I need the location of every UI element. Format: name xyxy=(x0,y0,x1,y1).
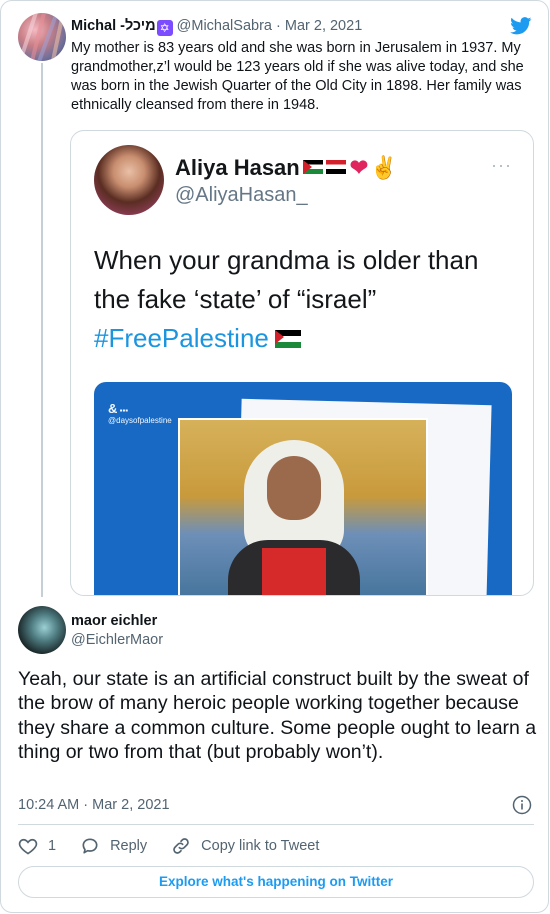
heart-emoji-icon: ❤ xyxy=(349,155,369,180)
main-author-avatar[interactable] xyxy=(18,606,66,654)
main-tweet-timestamp[interactable]: 10:24 AM · Mar 2, 2021 xyxy=(18,797,170,813)
more-options-icon: ··· xyxy=(491,155,512,175)
reply-label: Reply xyxy=(110,838,148,854)
embedded-tweet-text: When your grandma is older than the fake… xyxy=(94,241,524,358)
embedded-text-line-2: the fake ‘state’ of “israel” xyxy=(94,284,377,314)
main-author-name[interactable]: maor eichler xyxy=(71,613,157,629)
parent-author-avatar[interactable] xyxy=(18,13,66,61)
tweet-actions-bar: 1 Reply Copy link to Tweet xyxy=(18,834,343,858)
flag-icon xyxy=(325,160,346,174)
embedded-author-handle: @AliyaHasan_ xyxy=(175,184,308,206)
palestine-flag-icon xyxy=(302,160,323,174)
copy-link-label: Copy link to Tweet xyxy=(201,838,320,854)
embedded-author-avatar xyxy=(94,145,164,215)
link-icon xyxy=(173,838,189,854)
twitter-bird-icon[interactable] xyxy=(510,17,532,35)
heart-icon xyxy=(18,838,38,855)
tweet-embed-card: Michal -מיכל ✡ @MichalSabra · Mar 2, 2021… xyxy=(0,0,549,913)
days-of-palestine-logo: & ▪▪▪ @daysofpalestine xyxy=(108,401,172,425)
embedded-photo: & ▪▪▪ @daysofpalestine xyxy=(94,382,512,595)
parent-author-handle[interactable]: @MichalSabra xyxy=(177,18,272,34)
parent-tweet-date[interactable]: Mar 2, 2021 xyxy=(285,18,362,34)
victory-hand-icon: ✌ xyxy=(370,155,398,180)
main-tweet-text: Yeah, our state is an artificial constru… xyxy=(18,668,537,763)
explore-twitter-button[interactable]: Explore what's happening on Twitter xyxy=(18,866,534,898)
copy-link-button[interactable]: Copy link to Tweet xyxy=(171,836,319,856)
main-author-handle[interactable]: @EichlerMaor xyxy=(71,632,163,648)
elderly-woman-figure xyxy=(228,440,360,595)
reply-button[interactable]: Reply xyxy=(80,836,147,856)
embedded-text-line-1: When your grandma is older than xyxy=(94,245,479,275)
like-button[interactable]: 1 xyxy=(18,836,56,856)
like-count: 1 xyxy=(48,838,57,854)
parent-tweet-header: Michal -מיכל ✡ @MichalSabra · Mar 2, 2021 xyxy=(71,17,362,36)
embedded-hashtag: #FreePalestine xyxy=(94,323,269,353)
embedded-author-name-row: Aliya Hasan ❤✌ xyxy=(175,155,398,181)
thread-connector-line xyxy=(41,63,43,597)
header-separator: · xyxy=(276,18,281,34)
reply-icon xyxy=(82,838,98,854)
palestine-flag-icon xyxy=(274,330,301,348)
tweet-media-image[interactable]: Aliya Hasan ❤✌ @AliyaHasan_ ··· When your… xyxy=(70,130,534,596)
embedded-author-name: Aliya Hasan xyxy=(175,155,300,180)
star-of-david-icon: ✡ xyxy=(156,20,173,36)
info-icon[interactable] xyxy=(512,795,532,815)
parent-tweet-text: My mother is 83 years old and she was bo… xyxy=(71,40,524,113)
parent-author-name[interactable]: Michal -מיכל xyxy=(71,18,156,34)
actions-divider xyxy=(18,824,534,825)
